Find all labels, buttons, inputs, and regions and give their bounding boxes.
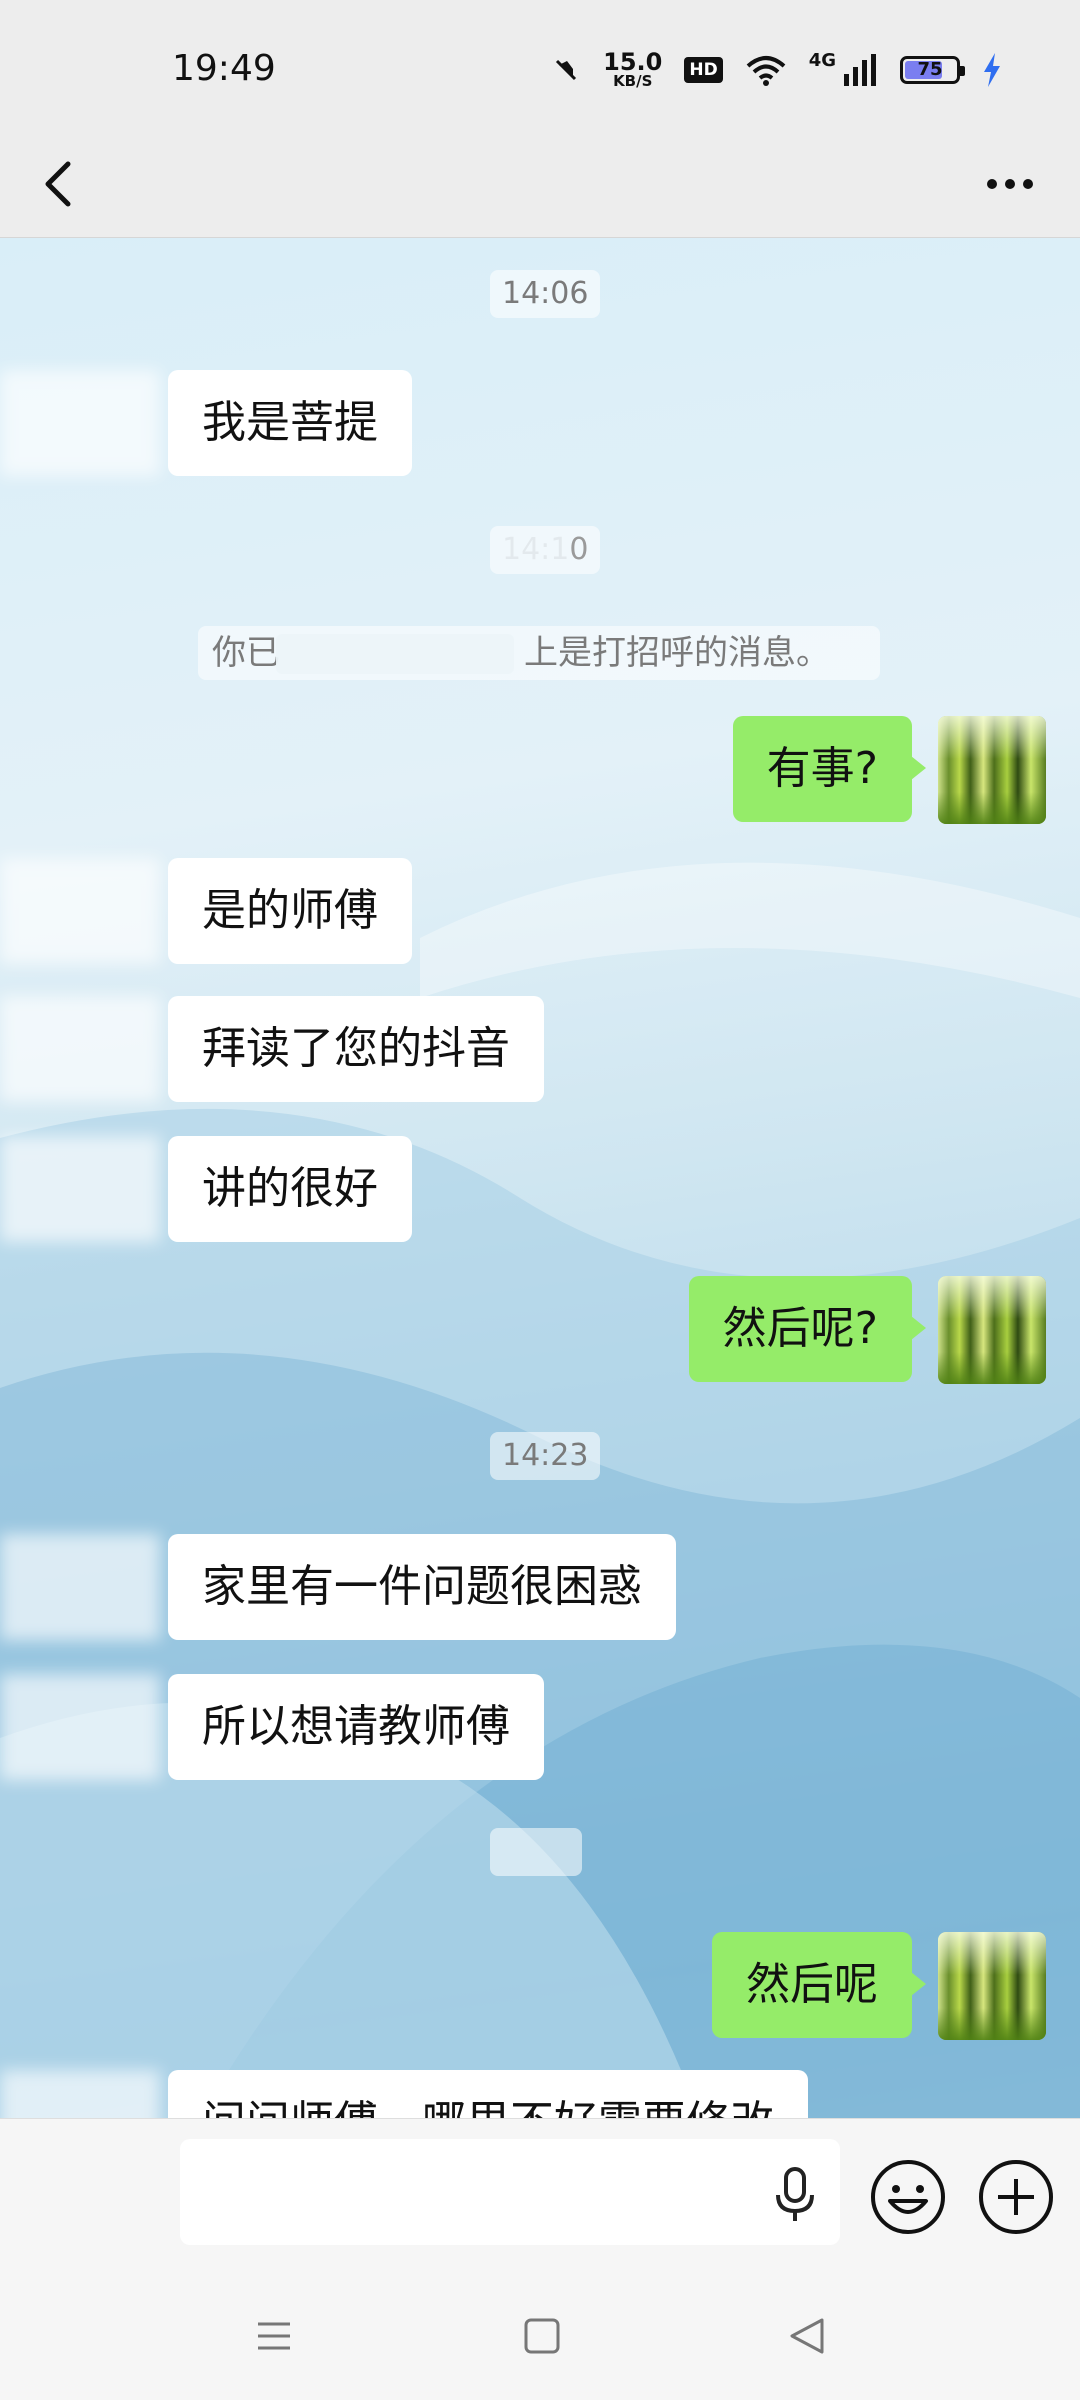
timestamp: 14:23 — [490, 1432, 601, 1480]
message-outgoing[interactable]: 有事? — [732, 716, 927, 822]
timestamp: 14:06 — [490, 270, 601, 318]
status-time: 19:49 — [172, 48, 276, 89]
message-incoming[interactable]: 我是菩提 — [168, 370, 412, 476]
charging-bolt-icon — [984, 52, 1000, 87]
menu-icon[interactable] — [244, 2306, 304, 2366]
system-nav-bar — [0, 2276, 1080, 2400]
wifi-icon — [746, 55, 786, 86]
mute-notification-icon — [556, 59, 577, 80]
message-input[interactable] — [180, 2139, 840, 2245]
message-incoming[interactable]: 家里有一件问题很困惑 — [168, 1534, 676, 1640]
user-avatar[interactable] — [938, 1276, 1046, 1384]
message-incoming[interactable]: 讲的很好 — [168, 1136, 412, 1242]
chat-area[interactable]: 14:06 我是菩提 14:10 你已 上是打招呼的消息。 有事? 是的师傅 拜读… — [0, 238, 1080, 2118]
more-horizontal-icon[interactable] — [970, 144, 1050, 224]
hd-icon: HD — [684, 56, 723, 83]
battery-icon: 75 — [900, 55, 965, 84]
status-icons: 15.0 KB/S HD 4G 75 — [551, 50, 1002, 89]
signal-icon — [844, 53, 876, 86]
user-avatar[interactable] — [938, 1932, 1046, 2040]
network-type: 4G — [808, 50, 836, 71]
timestamp-redacted — [490, 1828, 582, 1876]
input-bar — [0, 2118, 1080, 2277]
message-incoming[interactable]: 所以想请教师傅 — [168, 1674, 544, 1780]
message-outgoing[interactable]: 然后呢? — [688, 1276, 927, 1382]
chat-header — [0, 130, 1080, 238]
triangle-back-icon[interactable] — [778, 2306, 838, 2366]
message-incoming[interactable]: 问问师傅，哪里不好需要修改 — [168, 2070, 808, 2118]
microphone-icon[interactable] — [760, 2159, 830, 2229]
smiley-face-icon[interactable] — [868, 2157, 948, 2237]
user-avatar[interactable] — [938, 716, 1046, 824]
message-outgoing[interactable]: 然后呢 — [712, 1932, 926, 2038]
chevron-left-icon[interactable] — [34, 144, 114, 224]
redacted-text — [276, 634, 514, 674]
timestamp-blurred: 14:10 — [490, 526, 601, 574]
message-incoming[interactable]: 是的师傅 — [168, 858, 412, 964]
plus-circle-icon[interactable] — [976, 2157, 1056, 2237]
square-home-icon[interactable] — [512, 2306, 572, 2366]
message-incoming[interactable]: 拜读了您的抖音 — [168, 996, 544, 1102]
network-speed: 15.0 KB/S — [603, 48, 663, 90]
status-bar: 19:49 15.0 KB/S HD 4G 75 — [0, 0, 1080, 130]
